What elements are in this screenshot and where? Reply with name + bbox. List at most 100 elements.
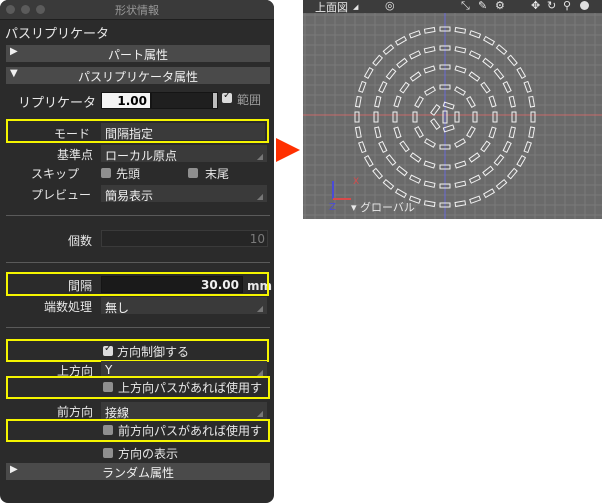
replicated-shape (385, 68, 397, 80)
top-view-viewport[interactable]: 上面図 ◢ ◎ ⤡ ✎ ⚙ ✥ ↻ ⚲ Z X ▾ グローバル (303, 0, 602, 219)
view-menu-icon[interactable]: ◢ (353, 3, 358, 11)
section-label: ランダム属性 (101, 466, 174, 480)
pen-tool-icon[interactable]: ✎ (478, 0, 487, 12)
target-icon[interactable]: ◎ (385, 0, 395, 12)
replicated-shape (454, 180, 467, 188)
global-coord-label[interactable]: ▾ グローバル (351, 200, 415, 214)
section-label: パスリプリケータ属性 (77, 70, 198, 84)
replicated-shape (508, 126, 516, 139)
skip-start-checkbox[interactable] (101, 168, 111, 178)
panel-header: パスリプリケータ (5, 27, 110, 42)
replicated-shape (493, 154, 505, 166)
dropdown-caret-icon: ◢ (256, 192, 263, 201)
front-direction-dropdown[interactable]: 接線 ◢ (101, 402, 267, 420)
up-direction-value: Y (105, 363, 113, 377)
section-path-replicator-attributes[interactable]: ▼ パスリプリケータ属性 (6, 67, 270, 84)
replicated-shape (409, 71, 422, 82)
viewport-toolbar: 上面図 ◢ ◎ ⤡ ✎ ⚙ ✥ ↻ ⚲ (303, 0, 602, 14)
endpoint-value: 無し (105, 301, 130, 315)
show-direction-label: 方向の表示 (118, 447, 179, 461)
replicated-shape (468, 152, 481, 163)
dropdown-caret-icon: ◢ (256, 304, 263, 313)
base-point-label: 基準点 (57, 148, 94, 162)
highlight-box (6, 339, 269, 362)
replicated-shape (414, 125, 424, 139)
viewport-grid: Z X ▾ グローバル (303, 13, 602, 219)
replicated-shape (468, 71, 481, 82)
replicated-shape (423, 180, 436, 188)
replicated-shape (528, 126, 536, 139)
replicated-shape (423, 65, 436, 74)
replicator-slider[interactable] (151, 92, 215, 109)
highlight-box (6, 272, 269, 296)
replicated-shape (516, 66, 527, 80)
highlight-box (6, 119, 269, 143)
section-part-attributes[interactable]: ▶ パート属性 (6, 45, 270, 62)
replicated-shape (454, 200, 467, 208)
slider-handle[interactable] (212, 92, 218, 109)
replicated-shape (466, 95, 476, 109)
replicated-shape (506, 167, 518, 180)
replicated-shape (396, 57, 408, 69)
shape-info-panel: 形状情報 パスリプリケータ ▶ パート属性 ▼ パスリプリケータ属性 リプリケー… (0, 0, 274, 503)
move-icon[interactable]: ✥ (531, 0, 540, 12)
replicated-shape (423, 26, 436, 34)
replicator-label: リプリケータ (18, 96, 97, 111)
replicated-shape (482, 57, 494, 69)
endpoint-label: 端数処理 (44, 300, 93, 314)
replicated-shape (454, 65, 467, 74)
preview-dropdown[interactable]: 簡易表示 ◢ (101, 185, 267, 203)
replicated-shape (363, 66, 374, 80)
replicated-shape (454, 26, 467, 34)
replicated-shape (354, 126, 362, 139)
preview-label: プレビュー (31, 188, 92, 202)
dropdown-caret-icon: ◢ (256, 409, 263, 418)
dropdown-caret-icon: ◢ (256, 152, 263, 161)
zoom-icon[interactable]: ⚲ (563, 0, 571, 12)
base-point-dropdown[interactable]: ローカル原点 ◢ (101, 145, 267, 163)
replicated-shape (372, 54, 384, 67)
highlight-box (6, 376, 270, 399)
replicator-input[interactable]: 1.00 (101, 92, 151, 109)
replicated-shape (423, 200, 436, 208)
shading-icon[interactable] (580, 1, 589, 10)
rotate-icon[interactable]: ↻ (547, 0, 556, 12)
replicated-shape (482, 165, 494, 177)
skip-end-checkbox[interactable] (188, 168, 198, 178)
replicated-shape (423, 138, 437, 148)
replicated-shape (506, 54, 518, 67)
section-label: パート属性 (107, 48, 168, 62)
replicated-shape (502, 140, 512, 153)
replicated-shape (493, 68, 505, 80)
range-checkbox[interactable] (222, 90, 232, 103)
highlight-box (6, 419, 270, 442)
replicated-shape (423, 86, 437, 96)
axis-x-label: X (353, 177, 359, 187)
replicated-shape (396, 165, 408, 177)
axis-z-label: Z (329, 202, 336, 213)
section-random-attributes[interactable]: ▶ ランダム属性 (6, 463, 270, 480)
arrow-right-icon (276, 138, 300, 162)
replicated-shape (502, 81, 512, 94)
endpoint-dropdown[interactable]: 無し ◢ (101, 297, 267, 315)
snap-tool-icon[interactable]: ⤡ (461, 0, 470, 13)
replicated-shape (454, 46, 467, 54)
window-titlebar: 形状情報 (0, 0, 274, 20)
count-input[interactable]: 10 (101, 230, 268, 247)
replicated-shape (530, 111, 536, 123)
replicated-shape (354, 111, 360, 123)
replicated-shape (453, 86, 467, 96)
replicated-shape (414, 95, 424, 109)
replicated-shape (409, 152, 422, 163)
gear-icon[interactable]: ⚙ (495, 0, 505, 12)
divider (6, 262, 270, 263)
replicated-shape (378, 140, 388, 153)
skip-end-label: 末尾 (205, 167, 230, 181)
replicated-shape (372, 167, 384, 180)
replicated-shape (453, 138, 467, 148)
show-direction-checkbox[interactable] (103, 448, 113, 458)
replicated-shape (423, 46, 436, 54)
front-direction-label: 前方向 (57, 405, 94, 419)
replicated-shape (466, 125, 476, 139)
base-point-value: ローカル原点 (105, 149, 178, 163)
